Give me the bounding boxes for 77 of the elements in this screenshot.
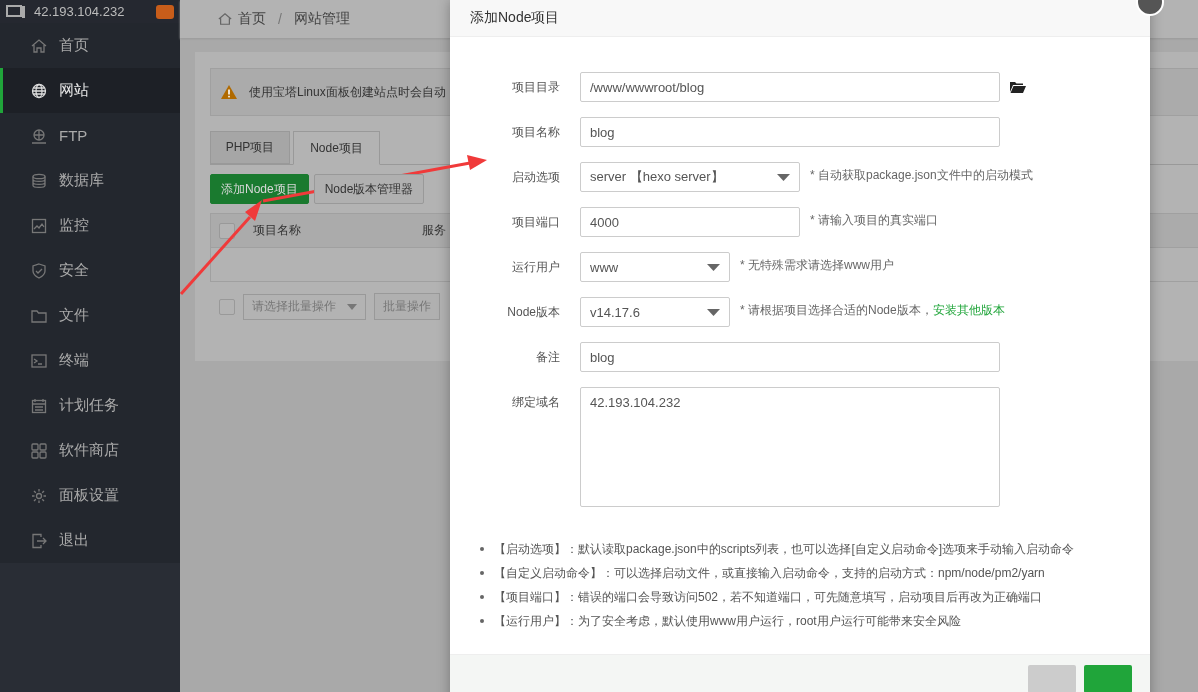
help-note: 【启动选项】：默认读取package.json中的scripts列表，也可以选择[自定义启动命令]选项来手动输入启动命令 [494,540,1075,558]
sidebar-item[interactable]: 文件 [0,293,180,338]
sidebar-item[interactable]: 网站 [0,68,180,113]
column-header: 项目名称 [253,222,301,239]
sidebar-item[interactable]: 首页 [0,23,180,68]
field-label: 运行用户 [511,259,560,276]
submit-button[interactable] [1084,665,1132,692]
sidebar-item[interactable]: 计划任务 [0,383,180,428]
column-header: 服务 [422,222,446,239]
sidebar-item[interactable]: 面板设置 [0,473,180,518]
sidebar-item[interactable]: 安全 [0,248,180,293]
field-hint: * 无特殊需求请选择www用户 [740,257,894,274]
field-hint: * 自动获取package.json文件中的启动模式 [810,167,1033,184]
folder-icon [31,307,47,324]
sidebar-item[interactable]: 数据库 [0,158,180,203]
help-note: 【自定义启动命令】：可以选择启动文件，或直接输入启动命令，支持的启动方式：npm/node/pm2/yarn [494,564,1045,582]
help-note: 【运行用户】：为了安全考虑，默认使用www用户运行，root用户运行可能带来安全风险 [494,612,961,630]
field-label: 项目端口 [511,214,560,231]
input-field[interactable]: blog [580,117,1000,147]
sidebar-item[interactable]: 软件商店 [0,428,180,473]
add-project-button[interactable]: 添加Node项目 [210,174,309,204]
select-field[interactable]: server 【hexo server】 [580,162,800,192]
bullet-icon [480,619,484,623]
cancel-button[interactable] [1028,665,1076,692]
field-label: 项目名称 [511,124,560,141]
sidebar-item[interactable]: 退出 [0,518,180,563]
exit-icon [31,532,47,549]
monitor-icon [6,4,26,19]
field-label: 绑定域名 [511,394,560,411]
field-hint: * 请输入项目的真实端口 [810,212,938,229]
monitor-icon [31,217,47,234]
input-field[interactable]: /www/wwwroot/blog [580,72,1000,102]
tab[interactable]: PHP项目 [210,131,290,164]
input-field[interactable]: 4000 [580,207,800,237]
server-address: 42.193.104.232 [34,4,125,19]
sidebar-item[interactable]: 监控 [0,203,180,248]
breadcrumb-link[interactable]: 首页 [238,10,266,28]
tab[interactable]: Node项目 [293,131,380,165]
caret-icon [707,308,720,316]
apps-icon [31,442,47,459]
field-label: 启动选项 [511,169,560,186]
caret-icon [347,303,357,310]
breadcrumb-separator: / [278,11,282,27]
bullet-icon [480,547,484,551]
field-label: 项目目录 [511,79,560,96]
breadcrumb-link[interactable]: 网站管理 [293,10,350,28]
input-field[interactable]: blog [580,342,1000,372]
bullet-icon [480,571,484,575]
globe-icon [31,82,47,99]
select-field[interactable]: www [580,252,730,282]
help-note: 【项目端口】：错误的端口会导致访问502，若不知道端口，可先随意填写，启动项目后再改为正确端口 [494,588,1043,606]
home-icon [218,12,232,26]
sidebar-item[interactable]: FTP [0,113,180,158]
warning-icon [221,85,237,99]
field-label: Node版本 [506,304,560,321]
cal-icon [31,397,47,414]
db-icon [31,172,47,189]
dialog-title: 添加Node项目 [470,9,560,27]
shield-icon [31,262,47,279]
field-hint: * 请根据项目选择合适的Node版本，安装其他版本 [740,302,1005,319]
caret-icon [707,263,720,271]
home-icon [31,37,47,54]
select-all-checkbox[interactable] [219,222,235,239]
notice-text: 使用宝塔Linux面板创建站点时会自动 [249,83,446,101]
term-icon [31,352,47,369]
field-label: 备注 [535,349,560,366]
version-manager-button[interactable]: Node版本管理器 [313,174,425,204]
sidebar-item[interactable]: 终端 [0,338,180,383]
notification-badge [156,4,174,19]
textarea-field[interactable]: 42.193.104.232 [580,387,1000,507]
install-link[interactable]: 安装其他版本 [932,303,1005,317]
gear-icon [31,487,47,504]
checkbox[interactable] [219,298,235,315]
select-field[interactable]: v14.17.6 [580,297,730,327]
folder-icon[interactable] [1010,81,1026,93]
bullet-icon [480,595,484,599]
caret-icon [777,173,790,181]
